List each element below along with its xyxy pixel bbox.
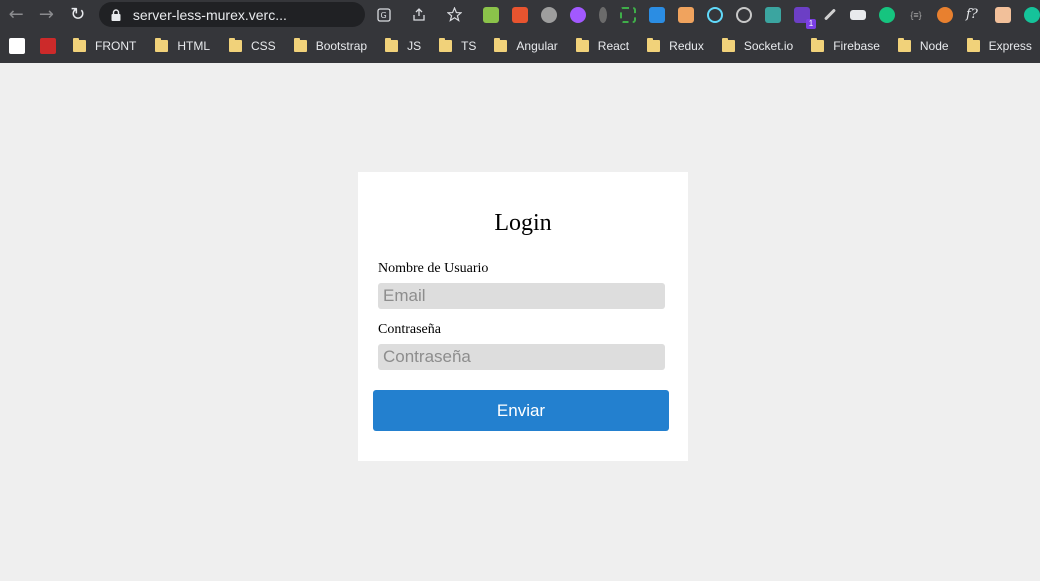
extension-image-icon[interactable] xyxy=(678,6,695,23)
bookmark-redux[interactable]: Redux xyxy=(647,38,704,53)
folder-icon xyxy=(439,38,453,52)
bookmark-ts[interactable]: TS xyxy=(439,38,476,53)
extension-braces-icon[interactable]: {≡} xyxy=(908,7,924,23)
folder-icon xyxy=(897,38,911,52)
extension-grammarly-like-icon[interactable] xyxy=(879,6,896,23)
password-label: Contraseña xyxy=(378,322,441,337)
extension-download-icon[interactable] xyxy=(649,6,666,23)
folder-icon xyxy=(385,38,399,52)
folder-icon xyxy=(155,38,169,52)
extension-green-icon[interactable] xyxy=(483,6,500,23)
bookmarks-bar: FRONT HTML CSS Bootstrap JS TS Angular R… xyxy=(0,29,1040,63)
trello-red-icon[interactable] xyxy=(40,38,56,54)
bookmark-html[interactable]: HTML xyxy=(155,38,210,53)
extension-screenshot-icon[interactable] xyxy=(620,6,637,23)
star-bookmark-icon[interactable] xyxy=(445,6,463,24)
trello-icon[interactable] xyxy=(9,38,25,54)
login-title: Login xyxy=(494,210,552,236)
share-icon[interactable] xyxy=(410,6,428,24)
address-bar[interactable]: server-less-murex.verc... xyxy=(98,2,366,27)
extension-function-icon[interactable]: f? xyxy=(966,7,982,23)
extension-react-devtools-icon[interactable] xyxy=(707,6,724,23)
extension-rocket-icon[interactable] xyxy=(512,6,529,23)
submit-button[interactable]: Enviar xyxy=(373,390,669,431)
lock-icon[interactable] xyxy=(109,8,123,21)
folder-icon xyxy=(494,38,508,52)
bookmark-socketio[interactable]: Socket.io xyxy=(721,38,793,53)
username-label: Nombre de Usuario xyxy=(378,261,489,276)
extension-mouse-icon[interactable] xyxy=(599,6,608,23)
browser-toolbar: ← → ↻ server-less-murex.verc... G 1 {≡} … xyxy=(0,0,1040,29)
extension-chat-icon[interactable] xyxy=(850,9,867,20)
bookmark-react[interactable]: React xyxy=(575,38,629,53)
extension-grammarly-icon[interactable] xyxy=(1024,6,1040,23)
extension-purple-icon[interactable] xyxy=(570,6,587,23)
url-text: server-less-murex.verc... xyxy=(132,6,287,23)
email-input[interactable] xyxy=(378,283,665,309)
folder-icon xyxy=(229,38,242,52)
bookmark-express[interactable]: Express xyxy=(966,38,1032,53)
folder-icon xyxy=(966,38,980,52)
extension-puzzle-icon[interactable]: 1 xyxy=(794,6,817,29)
bookmark-front[interactable]: FRONT xyxy=(73,38,136,53)
folder-icon xyxy=(293,38,307,52)
folder-icon xyxy=(721,38,735,52)
folder-icon xyxy=(647,38,661,52)
translate-icon[interactable]: G xyxy=(375,6,393,24)
reload-icon[interactable]: ↻ xyxy=(67,3,89,27)
extension-badge: 1 xyxy=(806,18,817,29)
extension-xr-icon[interactable] xyxy=(765,6,782,23)
folder-icon xyxy=(575,38,589,52)
bookmark-angular[interactable]: Angular xyxy=(494,38,558,53)
extension-gear-icon[interactable] xyxy=(541,6,558,23)
password-input[interactable] xyxy=(378,344,665,370)
bookmark-js[interactable]: JS xyxy=(385,38,421,53)
extension-firefox-like-icon[interactable] xyxy=(937,6,954,23)
bookmark-firebase[interactable]: Firebase xyxy=(811,38,880,53)
forward-arrow-icon[interactable]: → xyxy=(35,3,57,27)
bookmark-css[interactable]: CSS xyxy=(229,38,276,53)
back-arrow-icon[interactable]: ← xyxy=(5,3,27,27)
folder-icon xyxy=(811,38,825,52)
svg-text:G: G xyxy=(381,11,387,20)
bookmark-bootstrap[interactable]: Bootstrap xyxy=(293,38,367,53)
bookmark-node[interactable]: Node xyxy=(897,38,949,53)
login-card: Login Nombre de Usuario Contraseña Envia… xyxy=(358,172,688,461)
extension-target-icon[interactable] xyxy=(736,6,753,23)
extension-pen-icon[interactable] xyxy=(824,8,837,21)
folder-icon xyxy=(73,38,86,52)
extension-face-icon[interactable] xyxy=(995,6,1012,23)
